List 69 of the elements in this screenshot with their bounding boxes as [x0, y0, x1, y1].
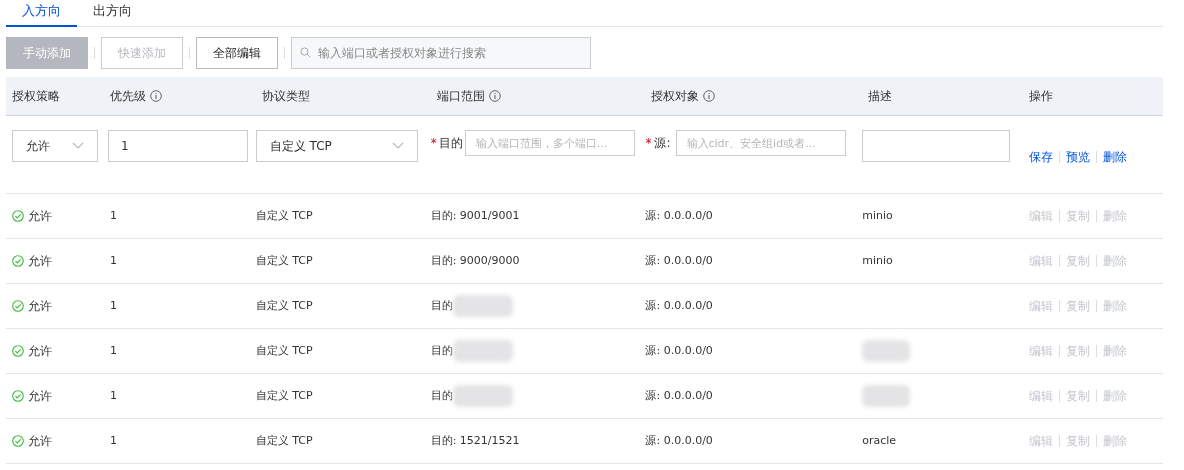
- port-label: 目的: [438, 135, 463, 152]
- action-link[interactable]: 预览: [1066, 148, 1091, 166]
- source-text: 源: 0.0.0.0/0: [645, 433, 713, 447]
- source-text: 源: 0.0.0.0/0: [645, 298, 713, 312]
- policy-text: 允许: [28, 208, 52, 225]
- source-label: 源:: [654, 135, 671, 152]
- port-text: 目的: 9000/9000: [430, 252, 520, 269]
- description-text: minio: [862, 253, 893, 267]
- column-header: 描述: [868, 88, 893, 105]
- priority-text: 1: [109, 343, 117, 357]
- column-header: 操作: [1029, 88, 1054, 105]
- protocol-text: 自定义 TCP: [255, 433, 313, 447]
- action-link[interactable]: 删除: [1103, 148, 1128, 166]
- check-circle-icon: [12, 210, 24, 222]
- policy-select[interactable]: 允许: [12, 130, 98, 162]
- priority-text: 1: [109, 433, 117, 447]
- search-field[interactable]: 输入端口或者授权对象进行搜索: [291, 37, 591, 69]
- check-circle-icon: [12, 300, 24, 312]
- policy-text: 允许: [28, 343, 52, 360]
- check-circle-icon: [12, 435, 24, 447]
- description-text: minio: [862, 208, 893, 222]
- blurred-text: [452, 295, 513, 317]
- check-circle-icon: [12, 345, 24, 357]
- source-text: 源: 0.0.0.0/0: [645, 343, 713, 357]
- tab[interactable]: 入方向: [6, 0, 77, 27]
- action-link[interactable]: 保存: [1029, 148, 1054, 166]
- policy-text: 允许: [28, 253, 52, 270]
- policy-text: 允许: [28, 388, 52, 405]
- blurred-text: [452, 385, 513, 407]
- protocol-select[interactable]: 自定义 TCP: [255, 130, 418, 162]
- protocol-text: 自定义 TCP: [255, 388, 313, 402]
- required-mark: *: [430, 135, 437, 152]
- chevron-down-icon: [72, 142, 84, 150]
- protocol-text: 自定义 TCP: [255, 253, 313, 267]
- check-circle-icon: [12, 255, 24, 267]
- port-text: 目的: [430, 297, 453, 314]
- port-text: 目的: [430, 342, 453, 359]
- priority-text: 1: [109, 298, 117, 312]
- port-text: 目的: 1521/1521: [430, 432, 520, 449]
- port-text: 目的: 9001/9001: [430, 207, 520, 224]
- protocol-text: 自定义 TCP: [255, 298, 313, 312]
- column-header: 端口范围: [436, 88, 485, 105]
- source-field[interactable]: 输入cidr、安全组id或者...: [675, 130, 846, 156]
- description-field[interactable]: [862, 130, 1011, 162]
- source-text: 源: 0.0.0.0/0: [645, 388, 713, 402]
- tab[interactable]: 出方向: [77, 0, 148, 27]
- source-text: 源: 0.0.0.0/0: [645, 253, 713, 267]
- policy-text: 允许: [28, 433, 52, 450]
- toolbar-button[interactable]: 全部编辑: [196, 37, 278, 69]
- policy-text: 允许: [28, 298, 52, 315]
- required-mark: *: [645, 135, 652, 152]
- search-icon: [300, 47, 311, 58]
- column-header: 授权对象: [651, 88, 700, 105]
- blurred-text: [452, 340, 513, 362]
- port-text: 目的: [430, 387, 453, 404]
- column-header: 协议类型: [261, 88, 310, 105]
- check-circle-icon: [12, 390, 24, 402]
- priority-field[interactable]: 1: [107, 130, 248, 162]
- priority-text: 1: [109, 388, 117, 402]
- source-text: 源: 0.0.0.0/0: [645, 208, 713, 222]
- chevron-down-icon: [391, 142, 404, 150]
- priority-text: 1: [109, 253, 117, 267]
- column-header: 优先级: [109, 88, 146, 105]
- port-field[interactable]: 输入端口范围，多个端口...: [464, 130, 635, 156]
- priority-text: 1: [109, 208, 117, 222]
- description-text: oracle: [862, 433, 897, 447]
- protocol-text: 自定义 TCP: [255, 208, 313, 222]
- column-header: 授权策略: [12, 88, 60, 105]
- protocol-text: 自定义 TCP: [255, 343, 313, 357]
